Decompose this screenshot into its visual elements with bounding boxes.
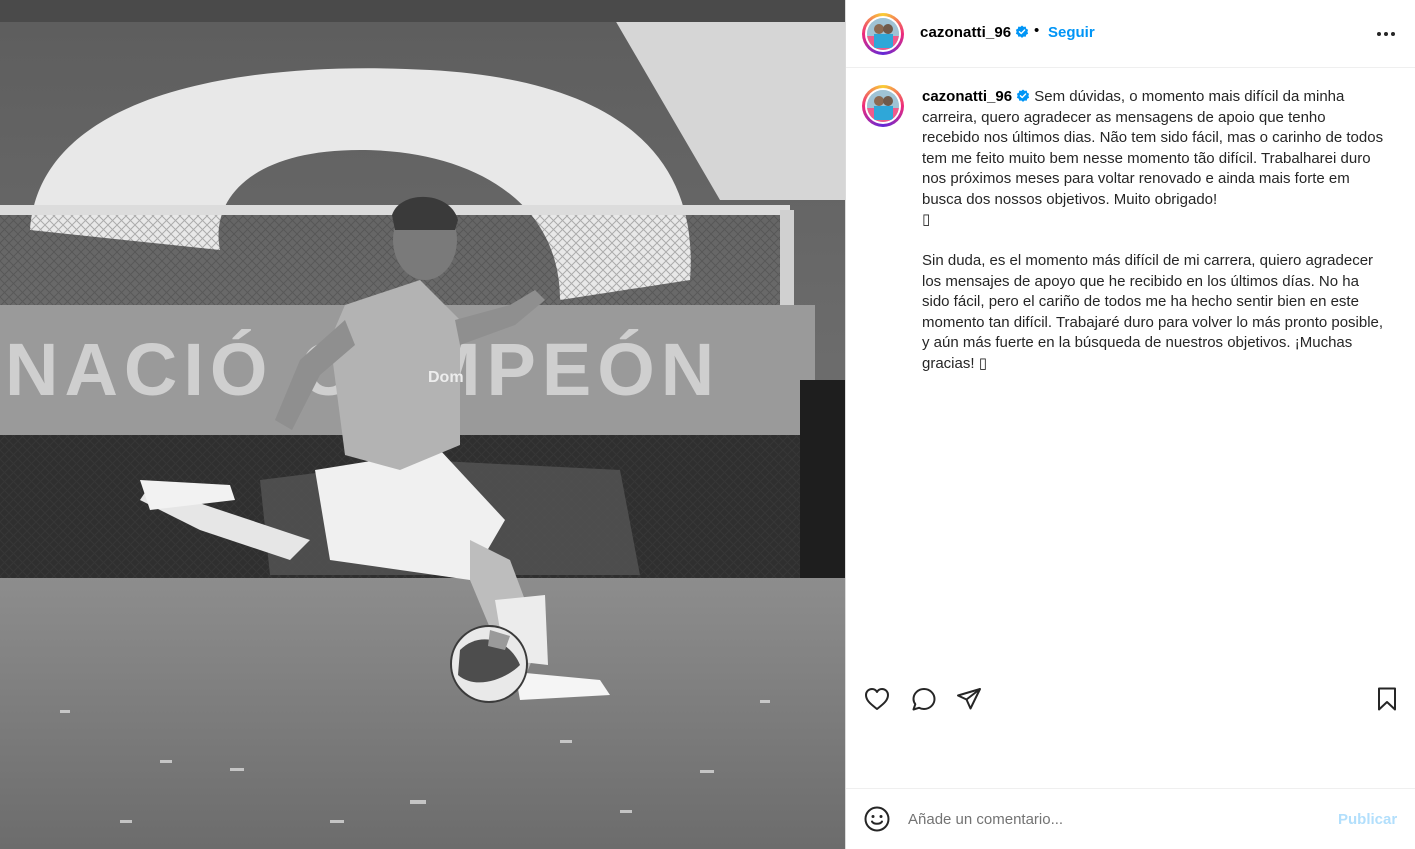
football [450,625,528,703]
comment-bubble-icon[interactable] [909,684,939,714]
post-side-panel: cazonatti_96 • Seguir cazonatti_96 Sem d… [845,0,1415,849]
header-username[interactable]: cazonatti_96 [920,24,1029,41]
shirt-sponsor-text: Dom [428,369,464,386]
publish-button[interactable]: Publicar [1338,811,1397,828]
instagram-post-dialog: NACIÓ CAMPEÓN Dom cazonatti_96 • Seguir … [0,0,1415,849]
verified-badge-icon [1016,25,1029,38]
smiley-icon[interactable] [863,805,891,833]
post-caption: cazonatti_96 Sem dúvidas, o momento mais… [922,87,1387,374]
caption-portuguese: cazonatti_96 Sem dúvidas, o momento mais… [922,87,1387,231]
header-separator: • [1034,22,1040,39]
header-username-text[interactable]: cazonatti_96 [920,24,1011,41]
caption-username[interactable]: cazonatti_96 [922,88,1012,105]
bookmark-icon[interactable] [1372,684,1402,714]
header-avatar[interactable] [862,13,904,55]
verified-badge-icon [1016,89,1030,102]
paper-plane-icon[interactable] [954,684,984,714]
follow-button[interactable]: Seguir [1048,24,1095,41]
more-options-icon[interactable] [1373,24,1399,44]
caption-text-es: Sin duda, es el momento más difícil de m… [922,252,1388,372]
post-actions-bar [846,680,1415,720]
avatar-image [867,18,899,50]
comment-input[interactable] [908,806,1318,832]
avatar-image [867,90,899,122]
caption-avatar[interactable] [862,85,904,127]
post-photo-artwork: NACIÓ CAMPEÓN Dom [0,0,845,849]
caption-text-pt: Sem dúvidas, o momento mais difícil da m… [922,88,1384,228]
heart-icon[interactable] [862,684,892,714]
comment-composer: Publicar [846,788,1415,849]
post-photo[interactable]: NACIÓ CAMPEÓN Dom [0,0,845,849]
post-header: cazonatti_96 • Seguir [846,0,1415,68]
